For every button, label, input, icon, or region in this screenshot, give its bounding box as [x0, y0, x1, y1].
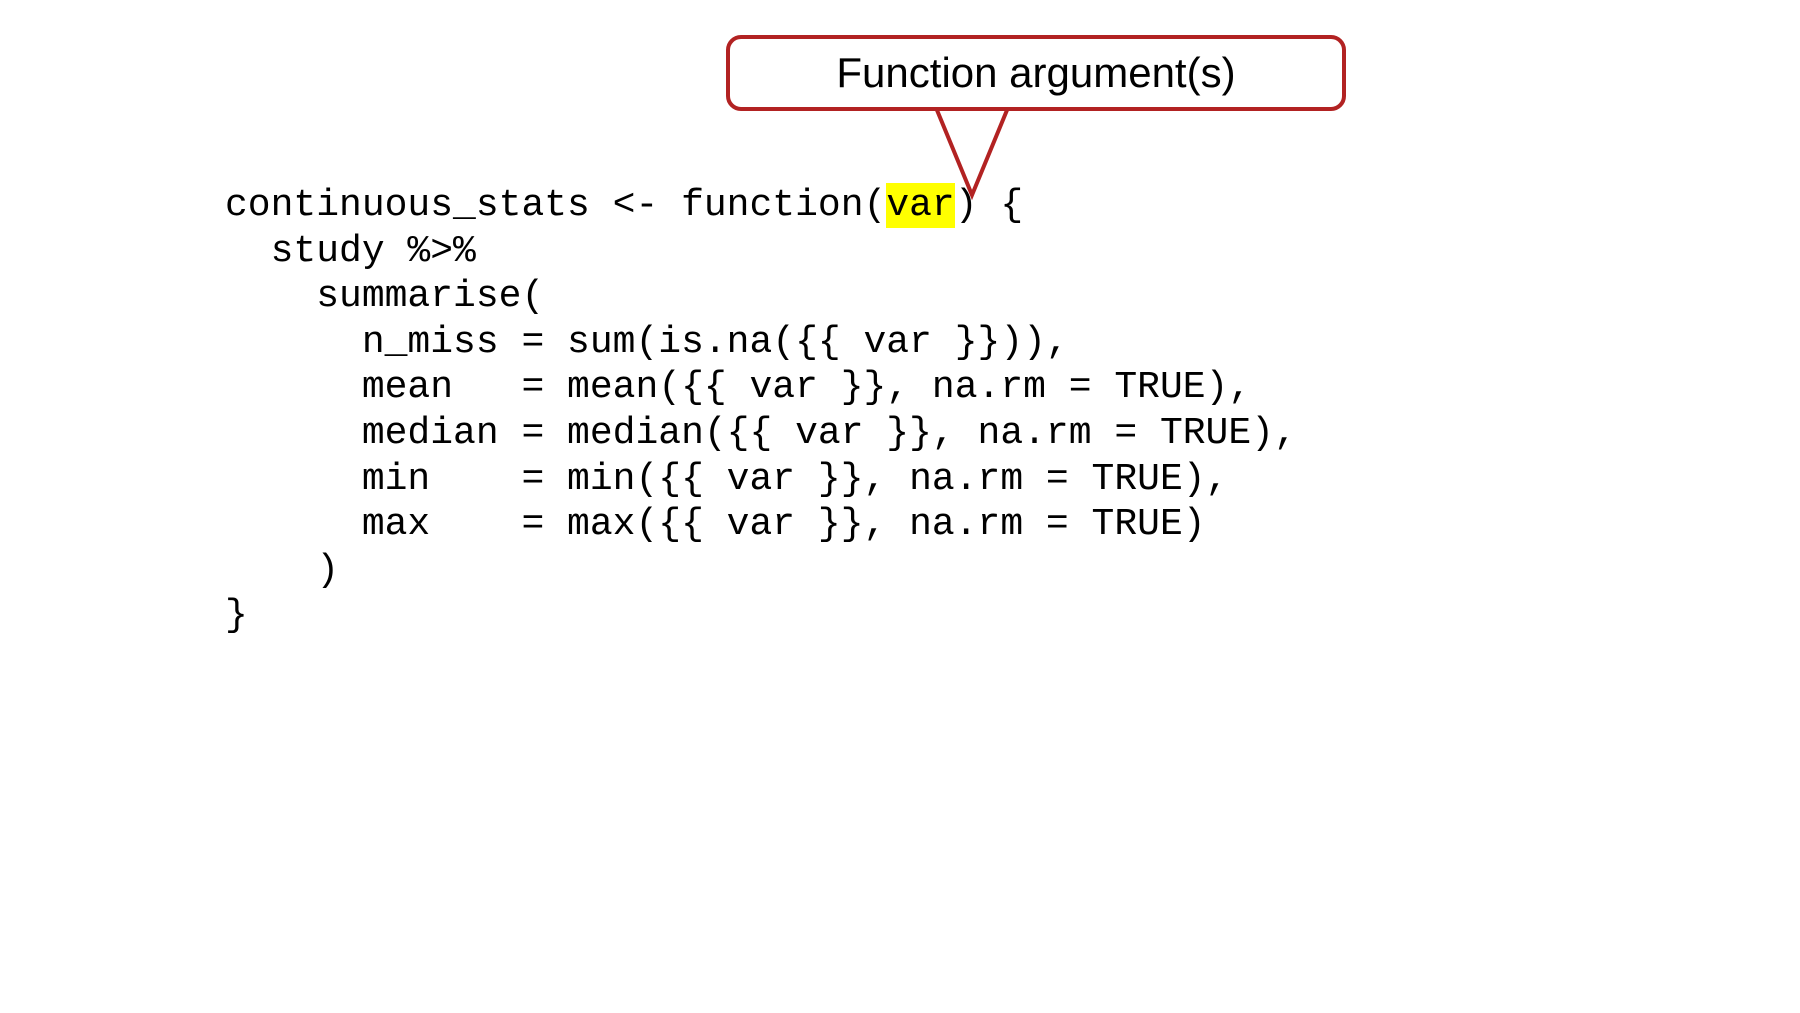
code-line-9: ) — [225, 549, 339, 592]
code-line-2: study %>% — [225, 230, 476, 273]
code-line-5: mean = mean({{ var }}, na.rm = TRUE), — [225, 366, 1251, 409]
code-line-7: min = min({{ var }}, na.rm = TRUE), — [225, 458, 1228, 501]
code-line-6: median = median({{ var }}, na.rm = TRUE)… — [225, 412, 1297, 455]
code-block: continuous_stats <- function(var) { stud… — [225, 183, 1297, 639]
code-line-3: summarise( — [225, 275, 544, 318]
callout-annotation: Function argument(s) — [726, 35, 1346, 111]
code-line-10: } — [225, 594, 248, 637]
code-line-4: n_miss = sum(is.na({{ var }})), — [225, 321, 1069, 364]
code-line-1-pre: continuous_stats <- function( — [225, 184, 886, 227]
callout-arrow-icon — [902, 95, 1042, 205]
callout-label: Function argument(s) — [836, 49, 1235, 96]
callout-box: Function argument(s) — [726, 35, 1346, 111]
code-line-8: max = max({{ var }}, na.rm = TRUE) — [225, 503, 1206, 546]
